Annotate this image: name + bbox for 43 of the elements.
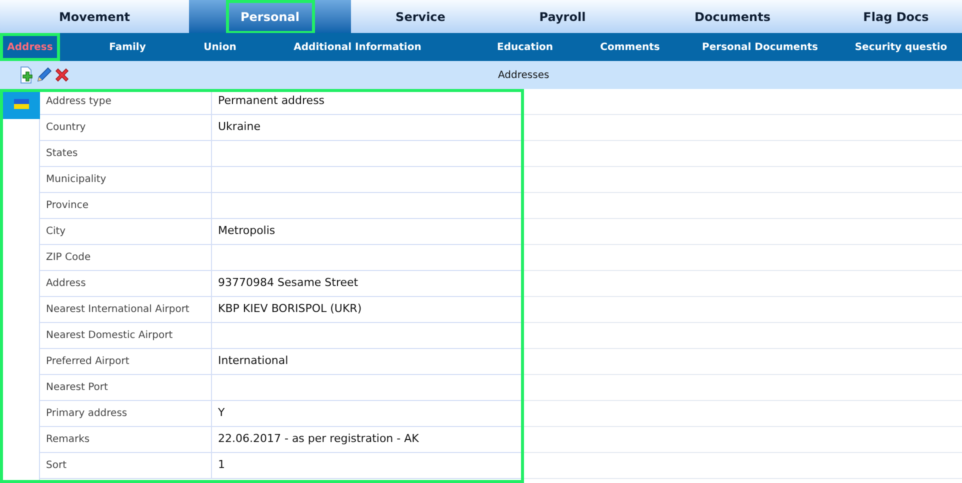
sub-tab[interactable]: Education: [470, 33, 580, 61]
tab[interactable]: Service: [351, 0, 490, 33]
field-label: States: [40, 141, 212, 166]
field-value: Permanent address: [217, 93, 326, 110]
field-label: Remarks: [40, 427, 212, 452]
sub-tab[interactable]: Security questio: [840, 33, 962, 61]
field-value: KBP KIEV BORISPOL (UKR): [217, 301, 363, 318]
field-label: Preferred Airport: [40, 349, 212, 374]
sub-tab[interactable]: Additional Information: [245, 33, 470, 61]
tab[interactable]: Movement: [0, 0, 189, 33]
field-value: 22.06.2017 - as per registration - AK: [217, 431, 420, 448]
field-value: Ukraine: [217, 119, 262, 136]
field-label: Sort: [40, 453, 212, 478]
flag-icon: [14, 99, 29, 109]
row-selector[interactable]: [3, 89, 40, 119]
section-title: Addresses: [498, 68, 550, 82]
tab[interactable]: Documents: [635, 0, 830, 33]
field-label: Primary address: [40, 401, 212, 426]
field-label: Nearest Port: [40, 375, 212, 400]
field-value: International: [217, 353, 290, 370]
field-label: City: [40, 219, 212, 244]
field-value: 93770984 Sesame Street: [217, 275, 360, 292]
field-value: Metropolis: [217, 223, 276, 240]
field-label: Nearest Domestic Airport: [40, 323, 212, 348]
sub-tab[interactable]: Union: [195, 33, 245, 61]
tab[interactable]: Personal: [189, 0, 351, 33]
delete-icon[interactable]: [54, 67, 70, 83]
field-label: Nearest International Airport: [40, 297, 212, 322]
field-label: Municipality: [40, 167, 212, 192]
field-label: Country: [40, 115, 212, 140]
field-value: 1: [217, 457, 226, 474]
tab[interactable]: Payroll: [490, 0, 635, 33]
sub-tab[interactable]: Comments: [580, 33, 680, 61]
field-label: Province: [40, 193, 212, 218]
pencil-icon[interactable]: [36, 67, 52, 83]
field-value: Y: [217, 405, 226, 422]
sub-tab[interactable]: Personal Documents: [680, 33, 840, 61]
tab[interactable]: Flag Docs: [830, 0, 962, 33]
sub-tab[interactable]: Family: [60, 33, 195, 61]
add-icon[interactable]: [18, 66, 34, 84]
field-label: Address: [40, 271, 212, 296]
field-label: Address type: [40, 89, 212, 114]
field-label: ZIP Code: [40, 245, 212, 270]
